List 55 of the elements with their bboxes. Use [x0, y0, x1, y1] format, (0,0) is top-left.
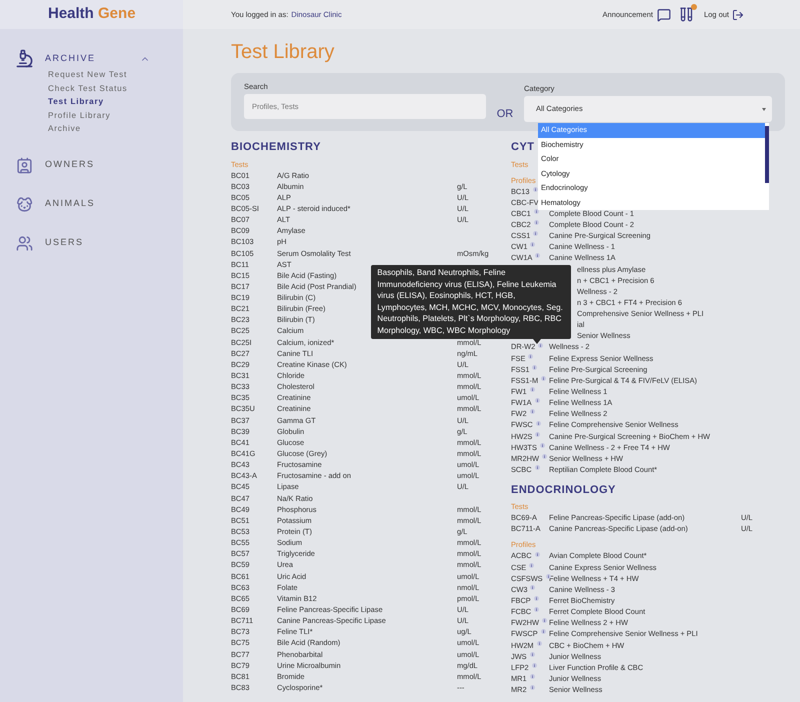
info-icon[interactable] — [538, 342, 544, 348]
dog-icon — [16, 196, 33, 212]
caret-icon — [762, 108, 766, 110]
info-icon[interactable] — [542, 454, 547, 459]
info-icon[interactable] — [528, 354, 534, 359]
test-tubes-icon[interactable] — [678, 7, 694, 22]
or-label: OR — [496, 107, 514, 122]
info-icon[interactable] — [532, 364, 538, 370]
info-icon[interactable] — [530, 584, 536, 590]
info-icon[interactable] — [530, 685, 535, 690]
section-title: CYT — [511, 140, 534, 155]
info-icon[interactable] — [541, 376, 546, 381]
microscope-icon — [15, 49, 34, 68]
info-icon[interactable] — [534, 607, 540, 612]
tooltip-arrow-icon — [533, 338, 542, 344]
sidebar-item[interactable]: USERS — [45, 236, 84, 250]
info-icon[interactable] — [534, 220, 539, 225]
info-icon[interactable] — [530, 674, 535, 680]
info-icon[interactable] — [536, 640, 542, 646]
info-icon[interactable] — [536, 420, 541, 426]
info-icon[interactable] — [535, 253, 540, 258]
section-title: BIOCHEMISTRY — [231, 140, 321, 155]
page-title: Test Library — [231, 40, 336, 64]
logout-icon — [732, 8, 744, 20]
chat-icon — [656, 8, 671, 22]
info-icon[interactable] — [532, 186, 538, 192]
users-icon — [16, 234, 33, 252]
sidebar-item[interactable]: ARCHIVE — [45, 52, 96, 66]
info-icon[interactable] — [540, 442, 545, 448]
person-card-icon — [16, 156, 33, 174]
info-icon[interactable] — [534, 552, 540, 556]
sidebar-subitem[interactable]: Archive — [48, 122, 183, 136]
info-icon[interactable] — [530, 409, 535, 414]
info-icon[interactable] — [534, 596, 539, 602]
tooltip: Basophils, Band Neutrophils, Feline Immunodeficiency virus (ELISA), Feline Leukemia virus (ELISA), Eosinophils, HCT, HGB, Lymphocytes, MCH, MCHC, MCV, Monocytes, Seg. Neutrophils, Platelets, Plt`s Morphology, RBC, RBC Morphology, WBC, WBC Morphology — [371, 264, 572, 339]
sidebar-item[interactable]: ANIMALS — [45, 197, 96, 211]
section-title: ENDOCRINOLOGY — [511, 482, 616, 498]
info-icon[interactable] — [535, 432, 540, 437]
info-icon[interactable] — [534, 465, 540, 470]
info-icon[interactable] — [532, 662, 537, 668]
sidebar-subitem[interactable]: Check Test Status — [48, 82, 183, 95]
info-icon[interactable] — [534, 208, 539, 214]
info-icon[interactable] — [542, 618, 547, 624]
info-icon[interactable] — [546, 574, 551, 579]
info-icon[interactable] — [534, 398, 540, 404]
info-icon[interactable] — [530, 652, 535, 657]
sidebar-subitem[interactable]: Profile Library — [48, 108, 183, 122]
info-icon[interactable] — [533, 231, 538, 236]
info-icon[interactable] — [529, 562, 534, 568]
info-icon[interactable] — [530, 387, 535, 392]
info-icon[interactable] — [540, 629, 546, 634]
sidebar-item[interactable]: OWNERS — [45, 158, 94, 172]
sidebar-subitem[interactable]: Test Library — [48, 95, 183, 108]
info-icon[interactable] — [530, 242, 536, 248]
sidebar-subitem[interactable]: Request New Test — [48, 68, 183, 82]
